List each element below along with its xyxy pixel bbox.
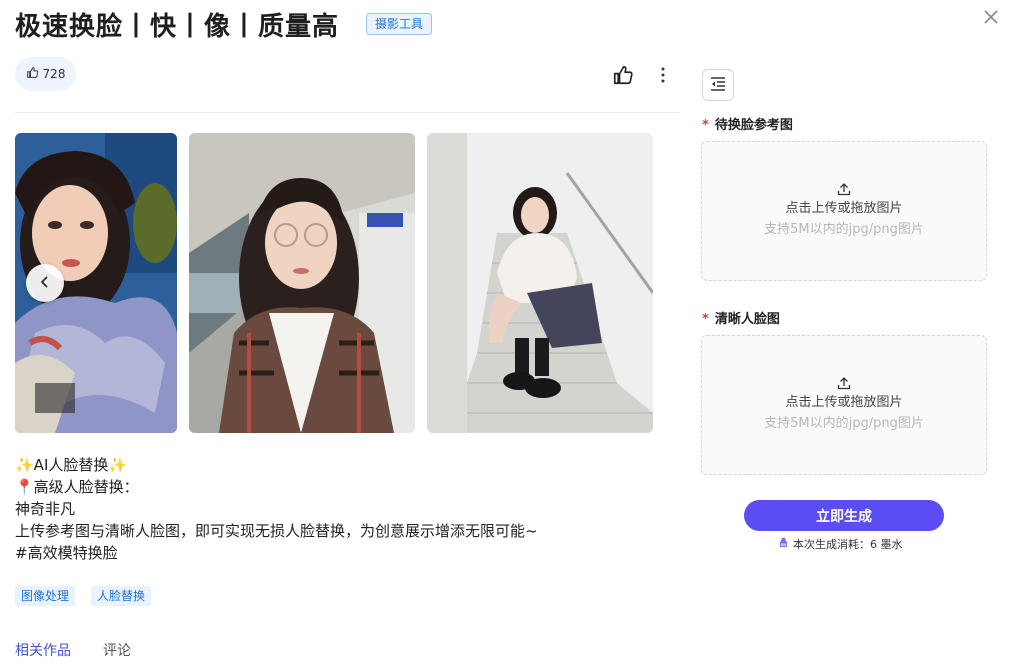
more-options-icon[interactable] (653, 64, 673, 86)
chevron-left-icon (38, 274, 52, 293)
description: ✨AI人脸替换✨ 📍高级人脸替换： 神奇非凡 上传参考图与清晰人脸图，即可实现无… (15, 454, 538, 564)
tag-face-swap[interactable]: 人脸替换 (91, 586, 152, 606)
tag-list: 图像处理 人脸替换 (15, 586, 152, 606)
reference-image-upload[interactable]: 点击上传或拖放图片 支持5M以内的jpg/png图片 (701, 141, 987, 281)
ink-bottle-icon (778, 537, 789, 551)
upload-prompt: 点击上传或拖放图片 (785, 395, 903, 410)
gallery-prev-button[interactable] (26, 264, 64, 302)
field-label-text: 待换脸参考图 (714, 118, 793, 133)
reference-image-label: * 待换脸参考图 (702, 114, 793, 133)
divider (15, 112, 680, 113)
clear-face-upload[interactable]: 点击上传或拖放图片 支持5M以内的jpg/png图片 (701, 335, 987, 475)
description-line: 📍高级人脸替换： (15, 478, 139, 496)
required-mark: * (702, 312, 709, 327)
field-label-text: 清晰人脸图 (714, 312, 780, 327)
upload-hint: 支持5M以内的jpg/png图片 (764, 416, 924, 431)
like-count-button[interactable]: 728 (15, 57, 76, 91)
cost-info: 本次生成消耗：6 墨水 (778, 536, 903, 552)
tab-comments[interactable]: 评论 (103, 640, 131, 660)
upload-icon (837, 181, 851, 196)
cost-text: 本次生成消耗：6 墨水 (793, 538, 903, 551)
description-line: #高效模特换脸 (15, 544, 118, 562)
description-line: ✨AI人脸替换✨ (15, 456, 128, 474)
gallery-image[interactable] (189, 133, 415, 433)
required-mark: * (702, 118, 709, 133)
content-tabs: 相关作品 评论 (15, 640, 131, 660)
tag-image-processing[interactable]: 图像处理 (15, 586, 76, 606)
clear-face-label: * 清晰人脸图 (702, 308, 780, 327)
image-gallery (15, 133, 680, 433)
indent-menu-icon (710, 76, 726, 95)
category-badge[interactable]: 摄影工具 (366, 13, 433, 35)
upload-icon (837, 375, 851, 390)
gallery-image[interactable] (427, 133, 653, 433)
thumbs-up-icon (26, 66, 39, 82)
tab-related-works[interactable]: 相关作品 (15, 640, 71, 660)
close-icon[interactable] (981, 7, 1001, 27)
page-title: 极速换脸丨快丨像丨质量高 (15, 12, 340, 42)
thumbs-up-icon[interactable] (612, 64, 634, 86)
description-line: 上传参考图与清晰人脸图，即可实现无损人脸替换，为创意展示增添无限可能~ (15, 522, 538, 540)
upload-hint: 支持5M以内的jpg/png图片 (764, 222, 924, 237)
like-count: 728 (42, 67, 66, 81)
upload-prompt: 点击上传或拖放图片 (785, 201, 903, 216)
description-line: 神奇非凡 (15, 500, 76, 518)
generate-button[interactable]: 立即生成 (744, 500, 944, 531)
panel-toggle-button[interactable] (702, 69, 734, 101)
